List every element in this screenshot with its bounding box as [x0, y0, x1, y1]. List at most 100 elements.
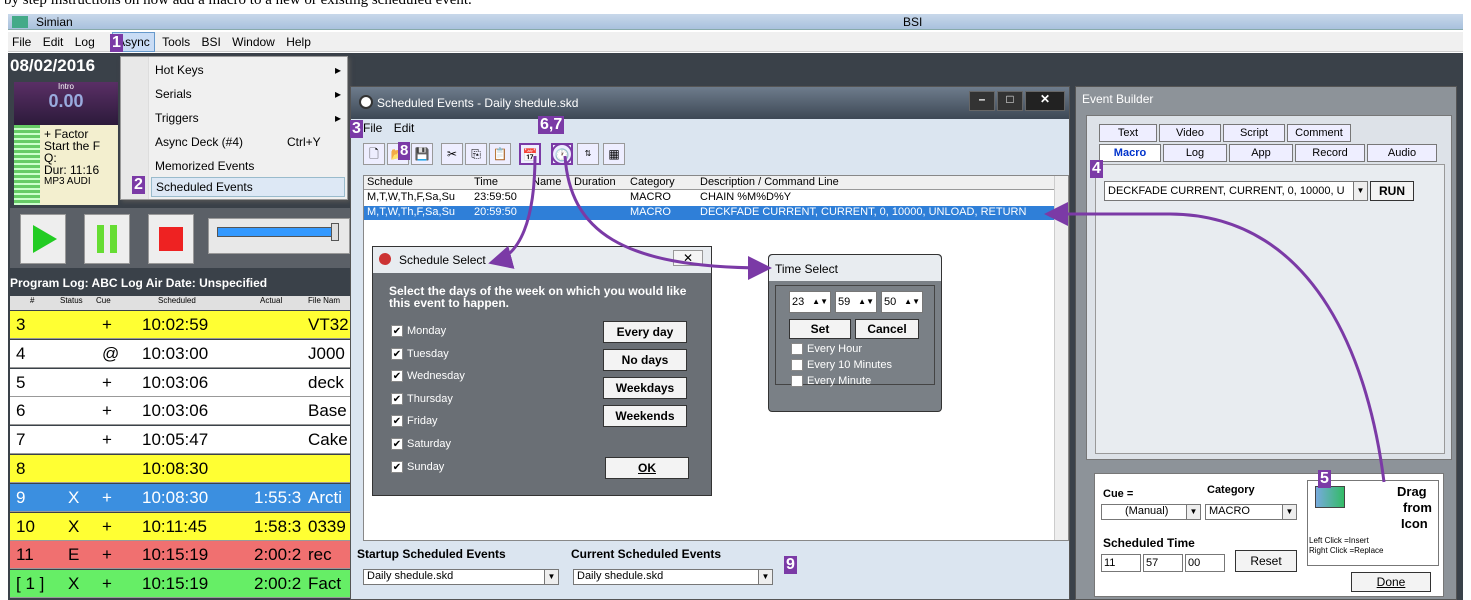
paste-icon[interactable]: 📋 — [489, 143, 511, 165]
stop-button[interactable] — [148, 214, 194, 264]
every-10-minutes-checkbox[interactable]: Every 10 Minutes — [791, 359, 892, 372]
col-actual[interactable]: Actual — [260, 296, 282, 305]
startup-events-select[interactable]: Daily shedule.skd ▼ — [363, 569, 559, 585]
cue-select[interactable]: (Manual) ▼ — [1101, 504, 1201, 520]
menu-item-serials[interactable]: Serials ▸ — [155, 87, 345, 101]
copy-icon[interactable]: ⎘ — [465, 143, 487, 165]
menu-bsi[interactable]: BSI — [197, 33, 224, 51]
table-row[interactable]: 4 @10:03:00 J000 — [10, 339, 355, 368]
every-day-button[interactable]: Every day — [603, 321, 687, 343]
grid-row-selected[interactable]: M,T,W,Th,F,Sa,Su 20:59:50 MACRO DECKFADE… — [364, 206, 1064, 220]
tab-audio[interactable]: Audio — [1367, 144, 1437, 162]
drag-event-icon[interactable] — [1315, 486, 1345, 508]
menu-log[interactable]: Log — [71, 33, 99, 51]
every-hour-checkbox[interactable]: Every Hour — [791, 343, 862, 356]
menu-item-async-deck[interactable]: Async Deck (#4) Ctrl+Y — [155, 135, 345, 149]
tab-script[interactable]: Script — [1223, 124, 1285, 142]
current-events-select[interactable]: Daily shedule.skd ▼ — [573, 569, 773, 585]
table-row[interactable]: 10 X +10:11:45 1:58:3 0339 — [10, 512, 355, 541]
grid-col-schedule[interactable]: Schedule — [367, 176, 413, 188]
sched-minute-spinner[interactable]: 57 — [1143, 554, 1183, 572]
day-checkbox-monday[interactable]: ✔ Monday — [391, 325, 446, 338]
day-checkbox-saturday[interactable]: ✔ Saturday — [391, 438, 451, 451]
schedule-days-icon[interactable]: 📅 — [519, 143, 541, 165]
menu-item-memorized-events[interactable]: Memorized Events — [155, 159, 345, 173]
grid-col-category[interactable]: Category — [630, 176, 675, 188]
day-checkbox-tuesday[interactable]: ✔ Tuesday — [391, 348, 449, 360]
new-icon[interactable]: 🗋 — [363, 143, 385, 165]
menu-window[interactable]: Window — [228, 33, 279, 51]
every-minute-checkbox[interactable]: Every Minute — [791, 375, 871, 388]
set-button[interactable]: Set — [789, 319, 851, 339]
tab-comment[interactable]: Comment — [1287, 124, 1351, 142]
sort-icon[interactable]: ⇅ — [577, 143, 599, 165]
slider-thumb[interactable] — [331, 223, 339, 241]
second-spinner[interactable]: 50 ▲▼ — [881, 291, 923, 313]
scheduled-events-titlebar[interactable]: Scheduled Events - Daily shedule.skd – □… — [351, 87, 1069, 119]
col-scheduled[interactable]: Scheduled — [158, 296, 196, 305]
col-status[interactable]: Status — [60, 296, 83, 305]
day-checkbox-thursday[interactable]: ✔ Thursday — [391, 393, 453, 405]
macro-command-select[interactable]: DECKFADE CURRENT, CURRENT, 0, 10000, U ▼ — [1104, 181, 1368, 201]
tab-record[interactable]: Record — [1295, 144, 1365, 162]
hour-spinner[interactable]: 23 ▲▼ — [789, 291, 831, 313]
weekdays-button[interactable]: Weekdays — [603, 377, 687, 399]
col-file[interactable]: File Nam — [308, 296, 340, 305]
day-checkbox-sunday[interactable]: ✔ Sunday — [391, 461, 444, 473]
done-button[interactable]: Done — [1351, 572, 1431, 592]
table-row[interactable]: [ 1 ] X +10:15:19 2:00:2 Fact — [10, 570, 355, 599]
minimize-button[interactable]: – — [969, 91, 995, 111]
sched-menu-edit[interactable]: Edit — [394, 121, 415, 135]
table-row[interactable]: 6 +10:03:06 Base — [10, 397, 355, 426]
schedule-select-titlebar[interactable]: Schedule Select ✕ — [373, 247, 711, 273]
menu-file[interactable]: File — [8, 33, 35, 51]
dialog-close-button[interactable]: ✕ — [673, 250, 703, 266]
table-row[interactable]: 9 X +10:08:30 1:55:3 Arcti — [10, 483, 355, 512]
table-row[interactable]: 3 +10:02:59 VT32 — [10, 311, 355, 339]
grid-col-description[interactable]: Description / Command Line — [700, 176, 839, 188]
menu-item-triggers[interactable]: Triggers ▸ — [155, 111, 345, 125]
sched-second-spinner[interactable]: 00 — [1185, 554, 1225, 572]
table-row[interactable]: 7 +10:05:47 Cake — [10, 426, 355, 455]
sched-menu-file[interactable]: File — [363, 121, 382, 135]
menu-item-hot-keys[interactable]: Hot Keys ▸ — [155, 63, 345, 77]
close-button[interactable]: ✕ — [1025, 91, 1065, 111]
grid-row[interactable]: M,T,W,Th,F,Sa,Su 23:59:50 MACRO CHAIN %M… — [364, 191, 1064, 205]
run-button[interactable]: RUN — [1370, 181, 1414, 201]
weekends-button[interactable]: Weekends — [603, 405, 687, 427]
tab-macro[interactable]: Macro — [1099, 144, 1161, 162]
play-button[interactable] — [20, 214, 66, 264]
minute-spinner[interactable]: 59 ▲▼ — [835, 291, 877, 313]
grid-scrollbar[interactable] — [1054, 176, 1068, 540]
grid-col-time[interactable]: Time — [474, 176, 498, 188]
table-row[interactable]: 11 E +10:15:19 2:00:2 rec — [10, 541, 355, 570]
grid-col-name[interactable]: Name — [532, 176, 561, 188]
category-select[interactable]: MACRO ▼ — [1205, 504, 1297, 520]
save-icon[interactable]: 💾 — [411, 143, 433, 165]
tab-app[interactable]: App — [1229, 144, 1293, 162]
pause-button[interactable] — [84, 214, 130, 264]
maximize-button[interactable]: □ — [997, 91, 1023, 111]
reset-button[interactable]: Reset — [1235, 550, 1297, 572]
col-cue[interactable]: Cue — [96, 296, 111, 305]
sched-hour-spinner[interactable]: 11 — [1101, 554, 1141, 572]
ok-button[interactable]: OK — [605, 457, 689, 479]
tab-log[interactable]: Log — [1163, 144, 1227, 162]
cancel-button[interactable]: Cancel — [855, 319, 919, 339]
no-days-button[interactable]: No days — [603, 349, 687, 371]
day-checkbox-wednesday[interactable]: ✔ Wednesday — [391, 370, 465, 383]
menu-edit[interactable]: Edit — [39, 33, 68, 51]
grid-col-duration[interactable]: Duration — [574, 176, 616, 188]
table-row[interactable]: 5 +10:03:06 deck — [10, 368, 355, 397]
menu-item-scheduled-events[interactable]: Scheduled Events — [151, 177, 345, 197]
table-row[interactable]: 8 10:08:30 — [10, 455, 355, 483]
menu-help[interactable]: Help — [282, 33, 315, 51]
menu-tools[interactable]: Tools — [158, 33, 194, 51]
position-slider[interactable] — [208, 218, 350, 254]
day-checkbox-friday[interactable]: ✔ Friday — [391, 415, 438, 428]
tab-video[interactable]: Video — [1159, 124, 1221, 142]
col-num[interactable]: # — [30, 296, 34, 305]
cut-icon[interactable]: ✂ — [441, 143, 463, 165]
schedule-time-icon[interactable]: 🕐 — [551, 143, 573, 165]
time-select-titlebar[interactable]: Time Select — [769, 255, 941, 281]
